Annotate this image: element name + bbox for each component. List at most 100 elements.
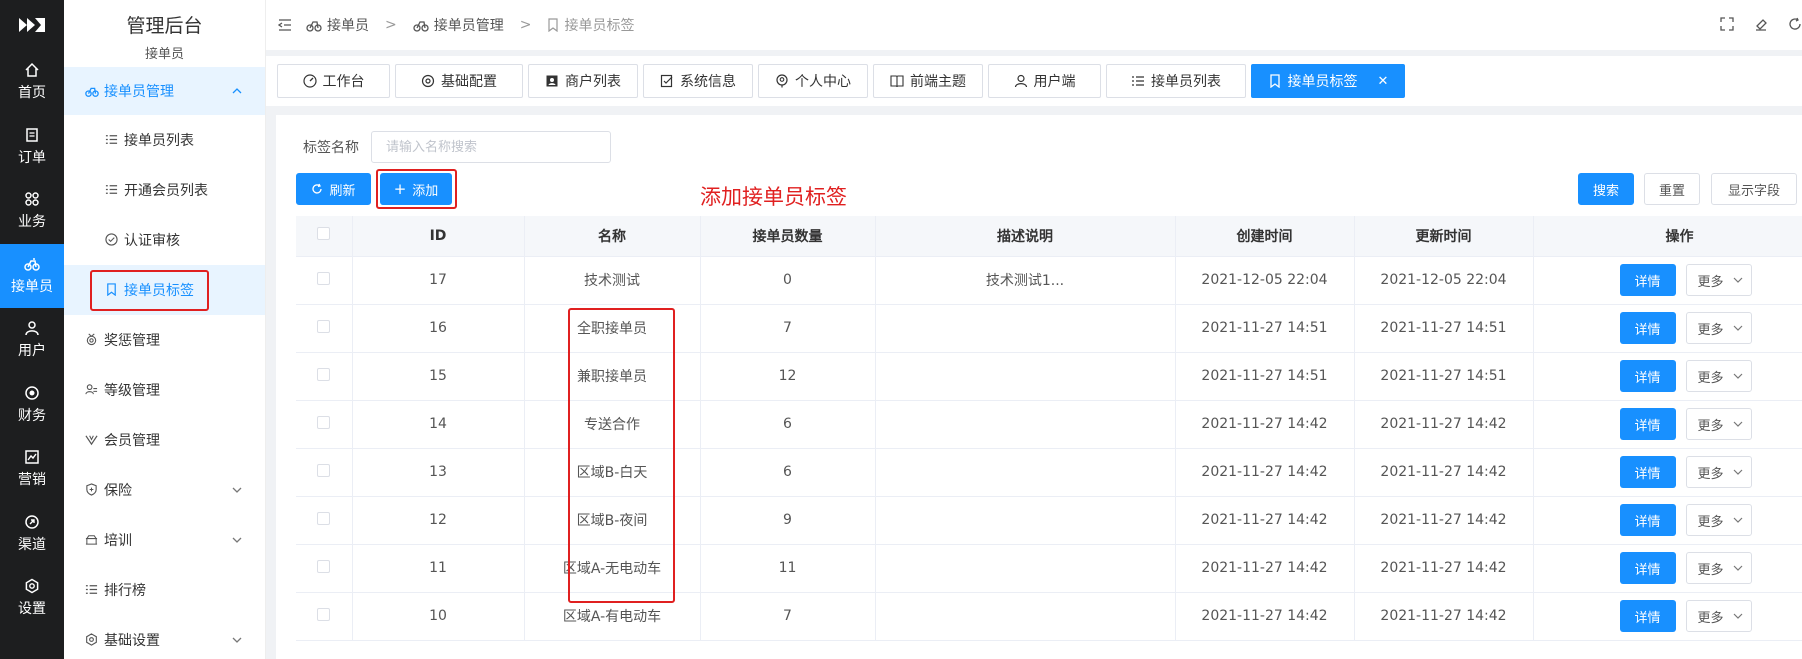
menu-item-rider-list[interactable]: 接单员列表 [64,115,265,165]
row-checkbox[interactable] [317,415,331,429]
menu-group-rider-management[interactable]: 接单员管理 [64,67,265,115]
rail-item[interactable]: 接单员 [0,243,64,308]
id-cell: 15 [352,352,525,401]
count-cell: 6 [700,448,876,497]
tab-workbench[interactable]: 工作台 [277,64,390,98]
tab-user-client[interactable]: 用户端 [988,64,1101,98]
rail-item[interactable]: 渠道 [0,502,64,567]
menu-item-label: 等级管理 [104,383,160,399]
tabs-bar: 工作台 基础配置 商户列表 系统信息 个人中心 前端主题 用户端 接单员列表 接… [266,56,1802,106]
tab-merchant-list[interactable]: 商户列表 [528,64,638,98]
search-button[interactable]: 搜索 [1578,173,1634,205]
tab-rider-list[interactable]: 接单员列表 [1106,64,1246,98]
tab-frontend-theme[interactable]: 前端主题 [873,64,983,98]
menu-item-rewards[interactable]: 奖惩管理 [64,315,265,365]
menu-item-levels[interactable]: 等级管理 [64,365,265,415]
menu-item-member-list[interactable]: 开通会员列表 [64,165,265,215]
checkbox-cell[interactable] [296,448,353,497]
close-icon[interactable]: ✕ [1378,74,1389,89]
detail-button[interactable]: 详情 [1619,408,1676,440]
detail-button[interactable]: 详情 [1619,552,1676,584]
refresh-icon[interactable] [1788,17,1802,31]
select-all-checkbox[interactable] [317,227,331,241]
add-button[interactable]: + 添加 [380,173,452,205]
more-dropdown[interactable]: 更多 [1685,456,1752,488]
menu-item-rider-tags[interactable]: 接单员标签 [64,265,265,315]
menu-item-training[interactable]: 培训 [64,515,265,565]
tab-rider-tags[interactable]: 接单员标签 ✕ [1251,64,1405,98]
checkbox-cell[interactable] [296,304,353,353]
clear-icon[interactable] [1754,17,1768,31]
column-header[interactable]: 更新时间 [1354,216,1534,257]
reset-button[interactable]: 重置 [1644,173,1700,205]
row-checkbox[interactable] [317,463,331,477]
id-cell: 10 [352,592,525,641]
tab-basic-config[interactable]: 基础配置 [395,64,523,98]
rail-item[interactable]: 业务 [0,179,64,244]
menu-item-ranking[interactable]: 排行榜 [64,565,265,615]
rail-item[interactable]: 设置 [0,566,64,631]
row-checkbox[interactable] [317,607,331,621]
checkbox-cell[interactable] [296,400,353,449]
refresh-button[interactable]: 刷新 [296,173,371,205]
description-cell: 技术测试1... [875,256,1176,305]
column-header[interactable]: ID [352,216,525,257]
rail-item[interactable]: 营销 [0,437,64,502]
menu-group-label: 接单员管理 [104,84,174,100]
detail-button[interactable]: 详情 [1619,504,1676,536]
tab-label: 用户端 [1033,74,1076,90]
column-header[interactable]: 创建时间 [1175,216,1355,257]
annotation-text: 添加接单员标签 [700,185,847,209]
breadcrumb-item[interactable]: 接单员管理 [434,15,504,35]
more-dropdown[interactable]: 更多 [1685,360,1752,392]
checkbox-cell[interactable] [296,592,353,641]
created-time-cell: 2021-11-27 14:42 [1175,496,1355,545]
rail-item[interactable]: 首页 [0,50,64,115]
checkbox-cell[interactable] [296,496,353,545]
menu-item-certification[interactable]: 认证审核 [64,215,265,265]
detail-button[interactable]: 详情 [1619,456,1676,488]
more-dropdown[interactable]: 更多 [1685,408,1752,440]
row-checkbox[interactable] [317,559,331,573]
rail-item[interactable]: 财务 [0,373,64,438]
rail-item[interactable]: 用户 [0,308,64,373]
more-dropdown[interactable]: 更多 [1685,552,1752,584]
tab-system-info[interactable]: 系统信息 [643,64,753,98]
checkbox-cell[interactable] [296,544,353,593]
more-dropdown[interactable]: 更多 [1685,504,1752,536]
fullscreen-icon[interactable] [1720,17,1734,31]
table-row: 17 技术测试 0 技术测试1... 2021-12-05 22:04 2021-12-0… [296,256,1802,305]
column-header[interactable]: 描述说明 [875,216,1176,257]
breadcrumb-item[interactable]: 接单员 [327,15,369,35]
menu-item-basic-settings[interactable]: 基础设置 [64,615,265,659]
more-dropdown[interactable]: 更多 [1685,312,1752,344]
row-checkbox[interactable] [317,367,331,381]
checkbox-cell[interactable] [296,256,353,305]
detail-button[interactable]: 详情 [1619,600,1676,632]
tag-name-search-input[interactable] [371,131,611,163]
more-dropdown[interactable]: 更多 [1685,600,1752,632]
row-checkbox[interactable] [317,319,331,333]
row-actions: 详情 更多 [1534,456,1802,488]
display-columns-button[interactable]: 显示字段 [1711,173,1797,205]
detail-button[interactable]: 详情 [1619,264,1676,296]
menu-item-label: 会员管理 [104,433,160,449]
menu-item-members[interactable]: 会员管理 [64,415,265,465]
updated-time-cell: 2021-11-27 14:42 [1354,544,1534,593]
gear-icon [421,74,435,88]
select-all-cell[interactable] [296,216,353,257]
collapse-menu-icon[interactable] [278,18,292,32]
detail-button[interactable]: 详情 [1619,312,1676,344]
more-dropdown[interactable]: 更多 [1685,264,1752,296]
rail-item[interactable]: 订单 [0,115,64,180]
row-checkbox[interactable] [317,511,331,525]
row-checkbox[interactable] [317,271,331,285]
created-time-cell: 2021-11-27 14:42 [1175,448,1355,497]
tab-personal-center[interactable]: 个人中心 [758,64,868,98]
checkbox-cell[interactable] [296,352,353,401]
marketing-icon [25,450,39,464]
menu-item-insurance[interactable]: 保险 [64,465,265,515]
detail-button[interactable]: 详情 [1619,360,1676,392]
column-header[interactable]: 名称 [524,216,701,257]
column-header[interactable]: 接单员数量 [700,216,876,257]
